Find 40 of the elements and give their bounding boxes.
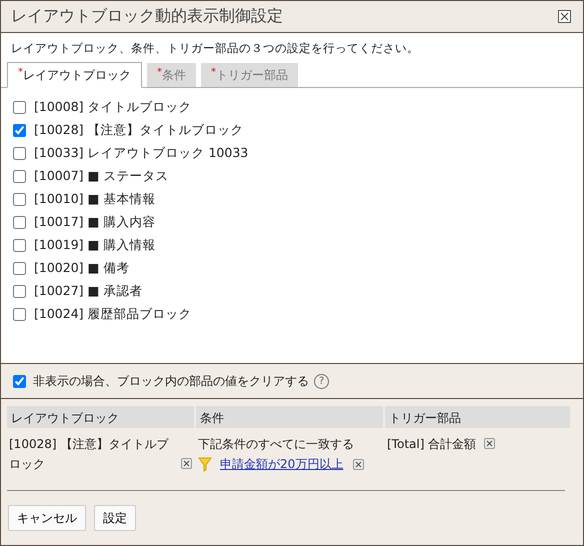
- checkbox[interactable]: [13, 374, 26, 388]
- remove-icon[interactable]: [353, 458, 364, 470]
- window-title: レイアウトブロック動的表示制御設定: [11, 6, 283, 28]
- checkbox[interactable]: [13, 124, 26, 138]
- table-cell-text: 下記条件のすべてに一致する: [198, 436, 355, 453]
- close-icon[interactable]: [558, 10, 571, 24]
- option-label: 非表示の場合、ブロック内の部品の値をクリアする: [33, 372, 309, 390]
- instruction-text: レイアウトブロック、条件、トリガー部品の３つの設定を行ってください。: [10, 40, 420, 58]
- checkbox[interactable]: [13, 101, 26, 114]
- column-header: トリガー部品: [385, 406, 570, 428]
- block-label: [10027] ■ 承認者: [34, 283, 142, 300]
- checkbox[interactable]: [13, 308, 26, 322]
- column-header: 条件: [196, 406, 383, 428]
- block-label: [10017] ■ 購入内容: [34, 214, 156, 232]
- condition-link[interactable]: 申請金額が20万円以上: [220, 454, 344, 474]
- help-icon[interactable]: ?: [314, 374, 329, 388]
- block-label: [10033] レイアウトブロック 10033: [34, 145, 248, 162]
- checkbox[interactable]: [13, 193, 26, 206]
- block-label: [10010] ■ 基本情報: [34, 191, 156, 208]
- dialog-button[interactable]: 設定: [94, 505, 136, 531]
- block-label: [10028] 【注意】タイトルブロック: [34, 122, 244, 140]
- block-label: [10024] 履歴部品ブロック: [34, 306, 192, 324]
- tab[interactable]: *レイアウトブロック: [7, 62, 142, 88]
- checkbox[interactable]: [13, 239, 26, 252]
- checkbox[interactable]: [13, 262, 26, 276]
- column-header: レイアウトブロック: [7, 406, 194, 428]
- checkbox[interactable]: [13, 170, 26, 184]
- table-cell: [Total] 合計金額: [387, 437, 476, 451]
- dialog-button[interactable]: キャンセル: [8, 505, 86, 531]
- checkbox[interactable]: [13, 147, 26, 160]
- checkbox[interactable]: [13, 285, 26, 298]
- remove-icon[interactable]: [181, 458, 192, 469]
- block-label: [10020] ■ 備考: [34, 260, 130, 278]
- block-label: [10008] タイトルブロック: [34, 99, 192, 116]
- checkbox[interactable]: [13, 216, 26, 230]
- block-label: [10019] ■ 購入情報: [34, 237, 156, 254]
- funnel-icon: [198, 456, 212, 472]
- remove-icon[interactable]: [484, 438, 496, 449]
- table-cell-text: [10028] 【注意】タイトルブロック: [9, 436, 170, 473]
- block-label: [10007] ■ ステータス: [34, 168, 168, 186]
